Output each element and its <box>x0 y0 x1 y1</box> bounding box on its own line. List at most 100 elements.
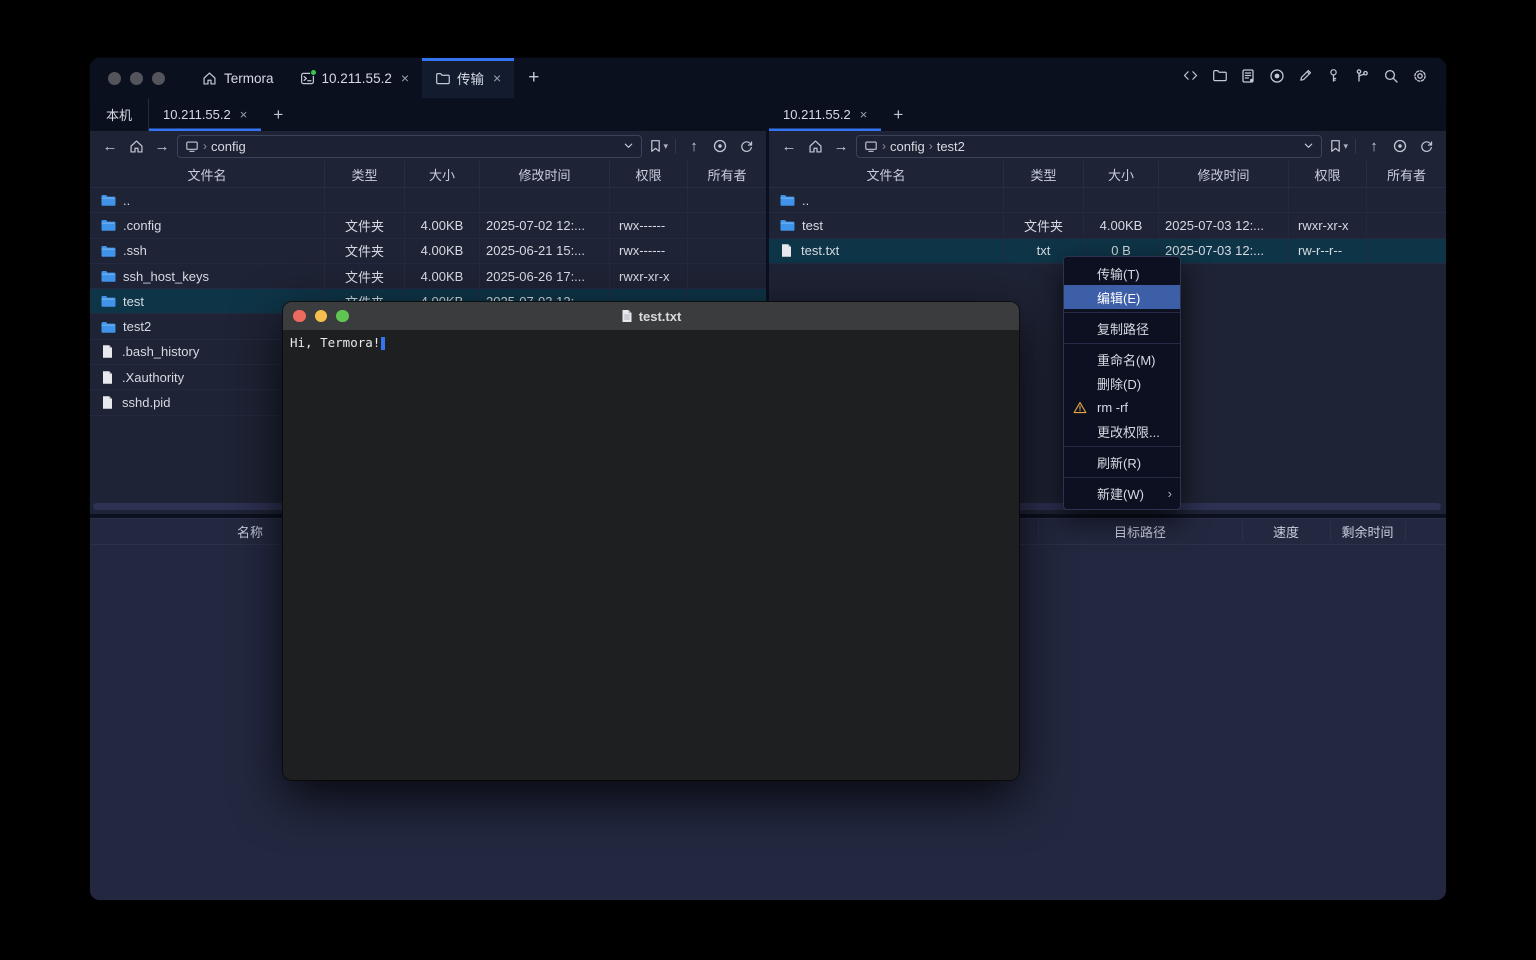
right-path-combobox[interactable]: ›config›test2 <box>856 135 1322 158</box>
folder-outline-icon[interactable] <box>1212 68 1227 88</box>
file-modified-cell: 2025-06-21 15:... <box>480 239 610 263</box>
right-table-header: 文件名类型大小修改时间权限所有者 <box>769 161 1446 188</box>
folder-icon <box>100 192 116 208</box>
settings-icon[interactable] <box>1412 68 1428 89</box>
column-header-文件名[interactable]: 文件名 <box>769 161 1004 187</box>
right-home-button[interactable] <box>804 135 826 157</box>
tab-close-icon[interactable]: × <box>401 70 409 86</box>
toolbar-divider <box>675 139 676 154</box>
file-row-..[interactable]: .. <box>769 188 1446 213</box>
right-refresh-button[interactable] <box>1415 135 1437 157</box>
right-show-hidden-toggle[interactable] <box>1389 135 1411 157</box>
right-back-button[interactable]: ← <box>778 135 800 157</box>
right-upload-button[interactable]: ↑ <box>1363 135 1385 157</box>
editor-titlebar[interactable]: test.txt <box>283 302 1019 330</box>
right-conn-tab-10.211.55.2[interactable]: 10.211.55.2 × <box>769 98 881 131</box>
right-new-conn-tab-button[interactable]: + <box>881 98 915 131</box>
menu-item-新建(W)[interactable]: 新建(W)› <box>1064 481 1180 505</box>
transfer-column-speed[interactable]: 速度 <box>1242 518 1330 544</box>
chevron-down-icon <box>1303 140 1314 151</box>
column-header-类型[interactable]: 类型 <box>325 161 405 187</box>
breadcrumb-segment[interactable]: config <box>890 139 925 154</box>
pencil-icon <box>1298 68 1313 83</box>
editor-content[interactable]: Hi, Termora! <box>283 330 1019 780</box>
left-path-combobox[interactable]: ›config <box>177 135 642 158</box>
computer-icon <box>185 140 199 153</box>
menu-item-label: 刷新(R) <box>1097 453 1141 472</box>
transfer-column-remaining[interactable]: 剩余时间 <box>1330 518 1405 544</box>
toolbar-divider <box>1355 139 1356 154</box>
file-row-.config[interactable]: .config文件夹4.00KB2025-07-02 12:...rwx----… <box>90 213 766 238</box>
tab-close-icon[interactable]: × <box>493 70 501 86</box>
tab-close-icon[interactable]: × <box>240 107 248 122</box>
menu-item-删除(D)[interactable]: 删除(D) <box>1064 371 1180 395</box>
menu-item-传输(T)[interactable]: 传输(T) <box>1064 261 1180 285</box>
folder-icon <box>779 192 795 208</box>
file-name-text: ssh_host_keys <box>123 269 209 284</box>
left-home-button[interactable] <box>125 135 147 157</box>
file-icon <box>100 395 115 410</box>
column-header-大小[interactable]: 大小 <box>1084 161 1159 187</box>
breadcrumb-segment[interactable]: config <box>211 139 246 154</box>
search-icon[interactable] <box>1383 68 1399 89</box>
left-new-conn-tab-button[interactable]: + <box>261 98 295 131</box>
column-header-类型[interactable]: 类型 <box>1004 161 1084 187</box>
column-header-权限[interactable]: 权限 <box>610 161 688 187</box>
menu-item-更改权限...[interactable]: 更改权限... <box>1064 419 1180 443</box>
menu-item-刷新(R)[interactable]: 刷新(R) <box>1064 450 1180 474</box>
code-icon[interactable] <box>1182 68 1199 88</box>
menu-item-编辑(E)[interactable]: 编辑(E) <box>1064 285 1180 309</box>
tab-close-icon[interactable]: × <box>860 107 868 122</box>
right-path-dropdown-icon[interactable] <box>1303 139 1314 154</box>
column-header-修改时间[interactable]: 修改时间 <box>1159 161 1289 187</box>
left-bookmark-button[interactable]: ▾ <box>646 139 668 153</box>
file-row-ssh_host_keys[interactable]: ssh_host_keys文件夹4.00KB2025-06-26 17:...r… <box>90 264 766 289</box>
column-header-修改时间[interactable]: 修改时间 <box>480 161 610 187</box>
key-icon[interactable] <box>1326 68 1341 88</box>
file-name-cell: .ssh <box>90 239 325 263</box>
menu-item-label: 删除(D) <box>1097 374 1141 393</box>
conn-tab-label: 10.211.55.2 <box>783 107 851 122</box>
column-header-权限[interactable]: 权限 <box>1289 161 1367 187</box>
pencil-icon[interactable] <box>1298 68 1313 88</box>
file-name-text: .ssh <box>123 243 147 258</box>
left-show-hidden-toggle[interactable] <box>709 135 731 157</box>
menu-item-rm -rf[interactable]: rm -rf <box>1064 395 1180 419</box>
left-back-button[interactable]: ← <box>99 135 121 157</box>
log-icon[interactable] <box>1240 68 1256 89</box>
right-bookmark-button[interactable]: ▾ <box>1326 139 1348 153</box>
close-window-button[interactable] <box>108 72 121 85</box>
file-row-..[interactable]: .. <box>90 188 766 213</box>
column-header-文件名[interactable]: 文件名 <box>90 161 325 187</box>
breadcrumb-segment[interactable]: test2 <box>937 139 965 154</box>
minimize-window-button[interactable] <box>130 72 143 85</box>
column-divider <box>1405 521 1406 541</box>
column-header-所有者[interactable]: 所有者 <box>688 161 766 187</box>
new-title-tab-button[interactable]: + <box>514 58 553 98</box>
left-refresh-button[interactable] <box>735 135 757 157</box>
record-icon[interactable] <box>1269 68 1285 89</box>
file-type-cell: 文件夹 <box>325 213 405 237</box>
menu-item-重命名(M)[interactable]: 重命名(M) <box>1064 347 1180 371</box>
maximize-window-button[interactable] <box>152 72 165 85</box>
left-conn-tab-10.211.55.2[interactable]: 10.211.55.2× <box>149 98 261 131</box>
right-forward-button[interactable]: → <box>830 135 852 157</box>
menu-item-复制路径[interactable]: 复制路径 <box>1064 316 1180 340</box>
branch-icon[interactable] <box>1354 68 1370 89</box>
column-header-所有者[interactable]: 所有者 <box>1367 161 1446 187</box>
bookmark-dropdown-icon[interactable]: ▾ <box>1343 141 1348 152</box>
title-tab-Termora[interactable]: Termora <box>189 58 287 98</box>
bookmark-dropdown-icon[interactable]: ▾ <box>663 141 668 152</box>
file-row-test[interactable]: test文件夹4.00KB2025-07-03 12:...rwxr-xr-x <box>769 213 1446 238</box>
left-conn-tab-本机[interactable]: 本机 <box>90 98 149 131</box>
left-upload-button[interactable]: ↑ <box>683 135 705 157</box>
file-size-cell: 4.00KB <box>405 239 480 263</box>
left-forward-button[interactable]: → <box>151 135 173 157</box>
column-header-大小[interactable]: 大小 <box>405 161 480 187</box>
file-row-.ssh[interactable]: .ssh文件夹4.00KB2025-06-21 15:...rwx------ <box>90 239 766 264</box>
title-tab-10.211.55.2[interactable]: 10.211.55.2× <box>287 58 423 98</box>
transfer-column-target-path[interactable]: 目标路径 <box>1038 518 1242 544</box>
left-path-dropdown-icon[interactable] <box>623 139 634 154</box>
file-type-cell: 文件夹 <box>325 239 405 263</box>
title-tab-传输[interactable]: 传输× <box>422 58 514 98</box>
